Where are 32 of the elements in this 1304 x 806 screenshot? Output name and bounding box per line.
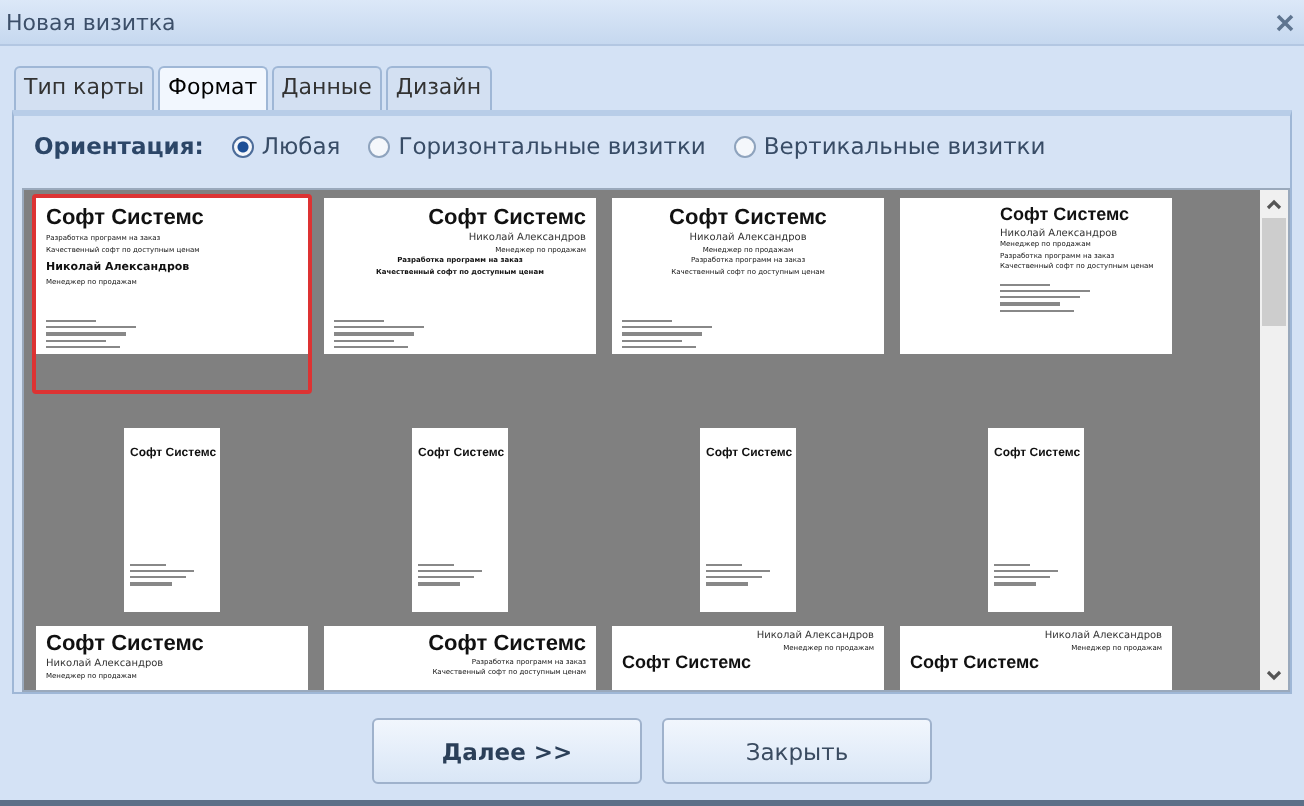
scroll-thumb[interactable] bbox=[1262, 218, 1286, 326]
next-button[interactable]: Далее >> bbox=[372, 718, 642, 784]
scrollbar[interactable] bbox=[1260, 190, 1288, 690]
company-name: Софт Системс bbox=[1000, 204, 1132, 228]
radio-button[interactable] bbox=[231, 135, 254, 157]
orientation-label: Ориентация: bbox=[34, 132, 204, 160]
company-name: Софт Системс bbox=[428, 204, 586, 232]
tab[interactable]: Данные bbox=[271, 66, 382, 110]
contact-lines-drawing bbox=[130, 563, 194, 586]
company-name: Софт Системс bbox=[669, 204, 827, 232]
contact-lines-drawing bbox=[994, 563, 1058, 586]
radio-label[interactable]: Любая bbox=[261, 132, 341, 160]
contact-lines-drawing bbox=[1000, 283, 1090, 312]
tab[interactable]: Формат bbox=[158, 66, 268, 110]
close-icon[interactable] bbox=[1276, 13, 1294, 31]
radio-button[interactable] bbox=[368, 135, 391, 157]
company-name: Софт Системс bbox=[46, 204, 206, 233]
contact-lines-drawing bbox=[622, 320, 712, 348]
tab[interactable]: Дизайн bbox=[385, 66, 492, 110]
radio-option[interactable]: Любая bbox=[231, 132, 341, 160]
contact-lines-drawing bbox=[706, 563, 770, 586]
tab[interactable]: Тип карты bbox=[14, 66, 155, 110]
company-name: Софт Системс bbox=[46, 630, 206, 658]
company-name: Софт Системс bbox=[910, 654, 1040, 674]
contact-lines-drawing bbox=[334, 320, 424, 348]
contact-lines-drawing bbox=[46, 320, 136, 348]
radio-button[interactable] bbox=[733, 135, 756, 157]
company-name: Софт Системс bbox=[622, 654, 752, 674]
company-name: Софт Системс bbox=[428, 630, 586, 658]
window-title: Новая визитка bbox=[6, 9, 176, 35]
close-button[interactable]: Закрыть bbox=[662, 718, 932, 784]
contact-lines-drawing bbox=[418, 563, 482, 586]
